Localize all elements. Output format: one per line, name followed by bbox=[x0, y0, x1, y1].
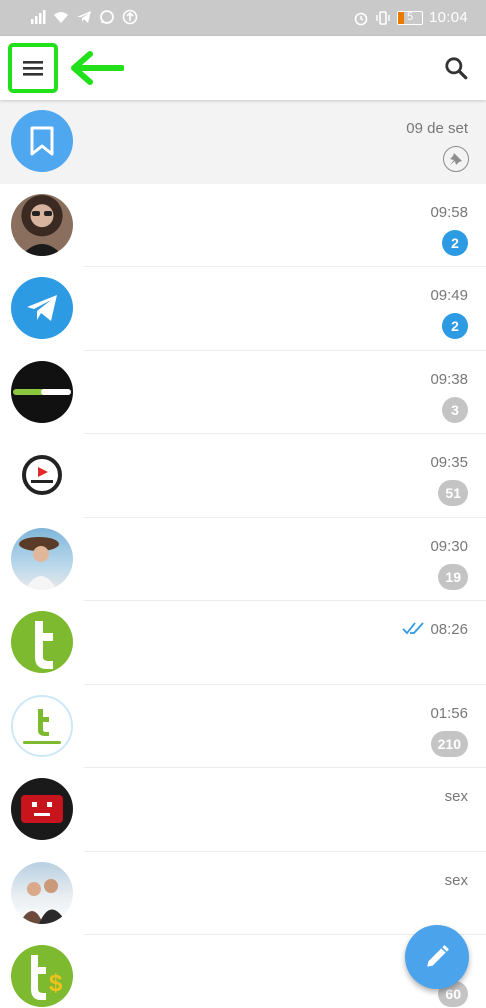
t-dollar-logo-icon: $ bbox=[31, 955, 63, 1000]
battery-level: 5 bbox=[406, 10, 414, 23]
chat-row[interactable]: 01:56 210 bbox=[0, 684, 486, 768]
chat-row[interactable]: sex bbox=[0, 768, 486, 852]
green-t-avatar bbox=[11, 611, 73, 673]
telegram-avatar bbox=[11, 277, 73, 339]
chat-time: 09:49 bbox=[430, 287, 468, 304]
green-arrow-annotation bbox=[71, 51, 124, 85]
unread-badge: 2 bbox=[442, 229, 468, 256]
compose-fab-button[interactable] bbox=[405, 925, 469, 989]
chat-row[interactable]: 09:35 51 bbox=[0, 434, 486, 518]
telegram-notification-icon bbox=[77, 11, 91, 23]
sad-face-icon bbox=[21, 795, 63, 823]
woman-with-sunglasses-avatar bbox=[11, 193, 73, 256]
chat-row[interactable]: sex bbox=[0, 851, 486, 935]
pin-icon bbox=[443, 146, 469, 172]
unread-badge: 3 bbox=[442, 396, 468, 423]
pencil-icon bbox=[427, 945, 449, 967]
saved-messages-avatar bbox=[11, 110, 73, 172]
chat-list: 09 de set 09:58 2 09:49 2 09:38 3 09:35 … bbox=[0, 100, 486, 1008]
youtubers-logo-icon bbox=[22, 455, 62, 495]
status-bar-time: 10:04 bbox=[428, 9, 468, 26]
chat-time: 09:58 bbox=[430, 203, 468, 221]
chat-time: 09:30 bbox=[430, 537, 468, 555]
hamburger-menu-button[interactable] bbox=[8, 43, 58, 93]
signal-icon bbox=[31, 10, 46, 24]
bookmark-icon bbox=[30, 126, 54, 156]
search-button[interactable] bbox=[440, 52, 472, 84]
tudocelular-logo-icon bbox=[13, 388, 71, 395]
battery-icon: 5 bbox=[396, 10, 423, 25]
tudocelular-white-avatar bbox=[11, 694, 73, 757]
chat-time: 09:35 bbox=[430, 454, 468, 471]
chat-time: 08:26 bbox=[430, 621, 468, 638]
chat-time: 09:38 bbox=[430, 370, 468, 388]
hamburger-menu-icon bbox=[23, 61, 43, 76]
search-icon bbox=[445, 57, 468, 80]
couple-in-snow-avatar bbox=[11, 861, 73, 924]
telegram-logo-icon bbox=[27, 295, 57, 321]
status-bar-left bbox=[30, 9, 138, 25]
chat-time: 01:56 bbox=[430, 704, 468, 722]
t-logo-icon bbox=[35, 621, 53, 669]
woman-with-hat-avatar bbox=[11, 527, 73, 590]
chat-time: sex bbox=[444, 788, 468, 805]
chat-row[interactable]: 08:26 bbox=[0, 601, 486, 685]
chat-row[interactable]: 09:38 3 bbox=[0, 350, 486, 434]
wifi-icon bbox=[54, 12, 68, 23]
upload-icon bbox=[122, 9, 138, 25]
unread-badge: 210 bbox=[430, 730, 468, 757]
status-bar: 5 10:04 bbox=[0, 0, 486, 36]
unread-badge: 51 bbox=[438, 480, 468, 506]
red-sad-face-avatar bbox=[11, 778, 73, 840]
double-check-icon bbox=[402, 622, 424, 635]
alarm-icon bbox=[354, 12, 368, 25]
chat-row[interactable]: 09:58 2 bbox=[0, 183, 486, 267]
chat-row[interactable]: 09 de set bbox=[0, 100, 486, 184]
telegram-chat-list-screen: 5 10:04 09 de set 09:58 2 09:49 2 09:38 … bbox=[0, 0, 486, 1008]
chat-row[interactable]: 09:30 19 bbox=[0, 517, 486, 601]
unread-badge: 19 bbox=[438, 563, 468, 590]
chat-row[interactable]: 09:49 2 bbox=[0, 267, 486, 351]
tudocelular-t-logo-icon bbox=[23, 708, 61, 744]
app-bar bbox=[0, 36, 486, 100]
unread-badge: 2 bbox=[442, 313, 468, 339]
chat-time: sex bbox=[444, 871, 468, 889]
whatsapp-notification-icon bbox=[100, 10, 114, 24]
vibrate-icon bbox=[376, 10, 390, 25]
svg-text:$: $ bbox=[49, 970, 63, 997]
status-bar-right: 5 10:04 bbox=[353, 9, 468, 26]
youtubers-avatar bbox=[11, 444, 73, 506]
chat-time: 09 de set bbox=[406, 120, 468, 137]
tudocelular-dark-avatar bbox=[11, 360, 73, 423]
green-t-dollar-avatar: $ bbox=[11, 945, 73, 1007]
